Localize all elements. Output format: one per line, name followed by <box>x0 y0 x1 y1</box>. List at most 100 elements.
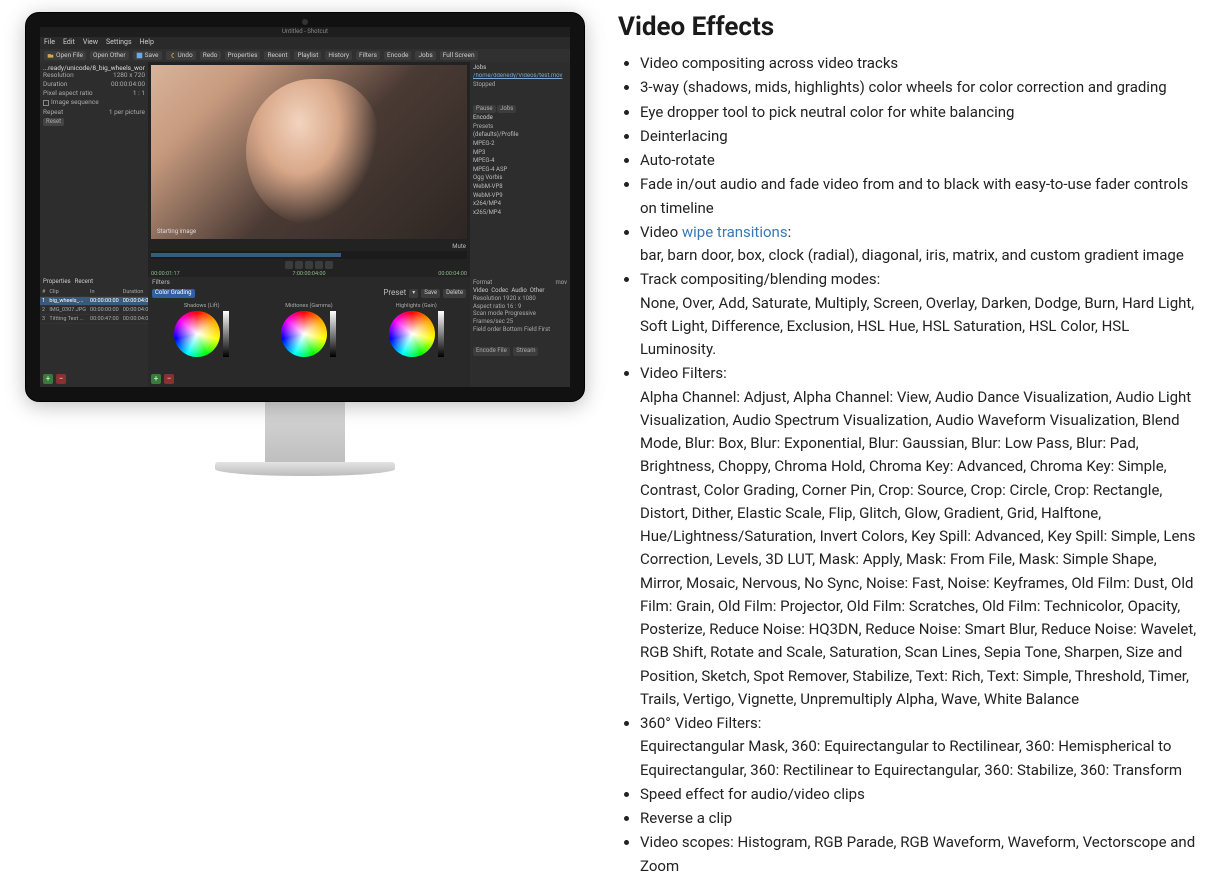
preset-item[interactable]: x264/MP4 <box>473 201 567 208</box>
encode-panel: Format mov Video Codec Audio Other Resolu… <box>470 277 570 387</box>
monitor-stand-neck <box>265 402 345 462</box>
monitor-stand-base <box>215 462 395 476</box>
duration-value[interactable]: 00:00:04:00 <box>111 81 145 88</box>
preset-item[interactable]: WebM-VP8 <box>473 184 567 191</box>
list-item-detail: Equirectangular Mask, 360: Equirectangul… <box>640 737 1182 778</box>
jobs-button[interactable]: Jobs <box>415 51 435 60</box>
color-wheel-midtones[interactable] <box>281 311 327 357</box>
job-path[interactable]: /home/ddenedy/Videos/test.mov <box>473 73 567 80</box>
viewer-panel: Starting image Mute <box>148 62 470 277</box>
play-button[interactable] <box>305 261 313 269</box>
color-wheel-shadows[interactable] <box>174 311 220 357</box>
format-value[interactable]: mov <box>555 280 567 287</box>
feature-list: Video compositing across video tracks3-w… <box>618 52 1201 878</box>
scrubber[interactable] <box>151 251 467 259</box>
preset-delete-button[interactable]: Delete <box>443 289 466 298</box>
camera-dot <box>302 19 308 25</box>
save-button[interactable]: Save <box>133 51 162 60</box>
preset-item[interactable]: MPEG-2 <box>473 141 567 148</box>
wipe-transitions-link[interactable]: wipe transitions <box>682 223 788 241</box>
filters-button[interactable]: Filters <box>356 51 380 60</box>
format-label: Format <box>473 280 492 287</box>
list-item: 360° Video Filters:Equirectangular Mask,… <box>640 712 1201 782</box>
toolbar: Open File Open Other Save Undo Redo Prop… <box>40 49 570 62</box>
resolution-value: 1280 x 720 <box>113 72 145 79</box>
menubar: File Edit View Settings Help <box>40 37 570 49</box>
menu-view[interactable]: View <box>83 39 98 47</box>
encode-fps[interactable]: Frames/sec 25 <box>473 319 567 326</box>
redo-button[interactable]: Redo <box>200 51 221 60</box>
slider-highlights[interactable] <box>438 311 444 357</box>
prev-frame-button[interactable] <box>295 261 303 269</box>
menu-file[interactable]: File <box>44 39 55 47</box>
skip-start-button[interactable] <box>285 261 293 269</box>
menu-help[interactable]: Help <box>140 39 154 47</box>
properties-panel: ...ready/unicode/8_big_wheels_woman_1.jp… <box>40 62 148 277</box>
list-item: Auto-rotate <box>640 149 1201 172</box>
remove-filter-icon[interactable]: − <box>164 374 174 384</box>
remove-icon[interactable]: − <box>56 374 66 384</box>
monitor-frame: Untitled - Shotcut File Edit View Settin… <box>25 12 585 476</box>
preset-item[interactable]: (defaults)/Profile <box>473 132 567 139</box>
properties-button[interactable]: Properties <box>225 51 261 60</box>
encode-resolution[interactable]: Resolution 1920 x 1080 <box>473 296 567 303</box>
reset-button[interactable]: Reset <box>43 118 64 127</box>
next-frame-button[interactable] <box>315 261 323 269</box>
stream-button[interactable]: Stream <box>513 347 538 356</box>
preset-item[interactable]: WebM-VP9 <box>473 193 567 200</box>
table-row[interactable]: 2IMG_0307.JPG00:00:00:0000:00:04:00 <box>40 305 153 314</box>
image-sequence-checkbox[interactable] <box>43 100 49 106</box>
open-other-button[interactable]: Open Other <box>90 51 129 60</box>
preset-item[interactable]: MPEG-4 ASP <box>473 167 567 174</box>
encode-file-button[interactable]: Encode File <box>473 347 510 356</box>
add-filter-icon[interactable]: + <box>151 374 161 384</box>
window-titlebar: Untitled - Shotcut <box>40 27 570 37</box>
tab-codec[interactable]: Codec <box>491 288 508 295</box>
playlist-button[interactable]: Playlist <box>294 51 321 60</box>
preset-item[interactable]: Ogg Vorbis <box>473 175 567 182</box>
encode-aspect[interactable]: Aspect ratio 16 : 9 <box>473 304 567 311</box>
menu-edit[interactable]: Edit <box>63 39 75 47</box>
slider-shadows[interactable] <box>223 311 229 357</box>
preset-save-button[interactable]: Save <box>421 289 440 298</box>
tab-other[interactable]: Other <box>530 288 545 295</box>
encode-field-order[interactable]: Field order Bottom Field First <box>473 327 567 334</box>
preset-item[interactable]: x265/MP4 <box>473 210 567 217</box>
col-clip: Clip <box>47 288 88 297</box>
wheel-label-highlights: Highlights (Gain) <box>389 303 444 309</box>
list-item: Video wipe transitions:bar, barn door, b… <box>640 221 1201 268</box>
slider-midtones[interactable] <box>330 311 336 357</box>
encode-button[interactable]: Encode <box>384 51 412 60</box>
preset-select[interactable]: ▾ <box>409 289 418 298</box>
pause-button[interactable]: Pause <box>473 105 496 114</box>
color-wheel-highlights[interactable] <box>389 311 435 357</box>
undo-button[interactable]: Undo <box>166 51 196 60</box>
skip-end-button[interactable] <box>325 261 333 269</box>
transport-controls <box>148 259 470 271</box>
list-item-detail: None, Over, Add, Saturate, Multiply, Scr… <box>640 294 1194 359</box>
list-item: Eye dropper tool to pick neutral color f… <box>640 101 1201 124</box>
page-title: Video Effects <box>618 12 1201 42</box>
history-button[interactable]: History <box>325 51 352 60</box>
preset-item[interactable]: MP3 <box>473 150 567 157</box>
filters-panel: Filters Color Grading Preset ▾ Save Dele… <box>148 277 470 387</box>
video-preview[interactable]: Starting image <box>151 65 467 239</box>
repeat-value[interactable]: 1 per picture <box>109 109 145 116</box>
encode-scan[interactable]: Scan mode Progressive <box>473 311 567 318</box>
recent-button[interactable]: Recent <box>264 51 290 60</box>
table-row[interactable]: 1big_wheels_...00:00:00:0000:00:04:00 <box>40 296 153 305</box>
mute-toggle[interactable]: Mute <box>452 243 466 250</box>
tab-video[interactable]: Video <box>473 288 488 295</box>
pixel-aspect-value[interactable]: 1 : 1 <box>133 90 145 97</box>
tab-recent[interactable]: Recent <box>75 279 93 286</box>
jobs-btn[interactable]: Jobs <box>497 105 516 114</box>
preset-item[interactable]: MPEG-4 <box>473 158 567 165</box>
table-row[interactable]: 3Tiltting Text ...00:00:47:0000:00:04:00 <box>40 314 153 323</box>
menu-settings[interactable]: Settings <box>106 39 132 47</box>
add-icon[interactable]: + <box>43 374 53 384</box>
filter-name[interactable]: Color Grading <box>152 289 195 298</box>
fullscreen-button[interactable]: Full Screen <box>440 51 478 60</box>
tab-properties[interactable]: Properties <box>43 279 71 286</box>
tab-audio[interactable]: Audio <box>511 288 526 295</box>
open-file-button[interactable]: Open File <box>44 51 86 60</box>
